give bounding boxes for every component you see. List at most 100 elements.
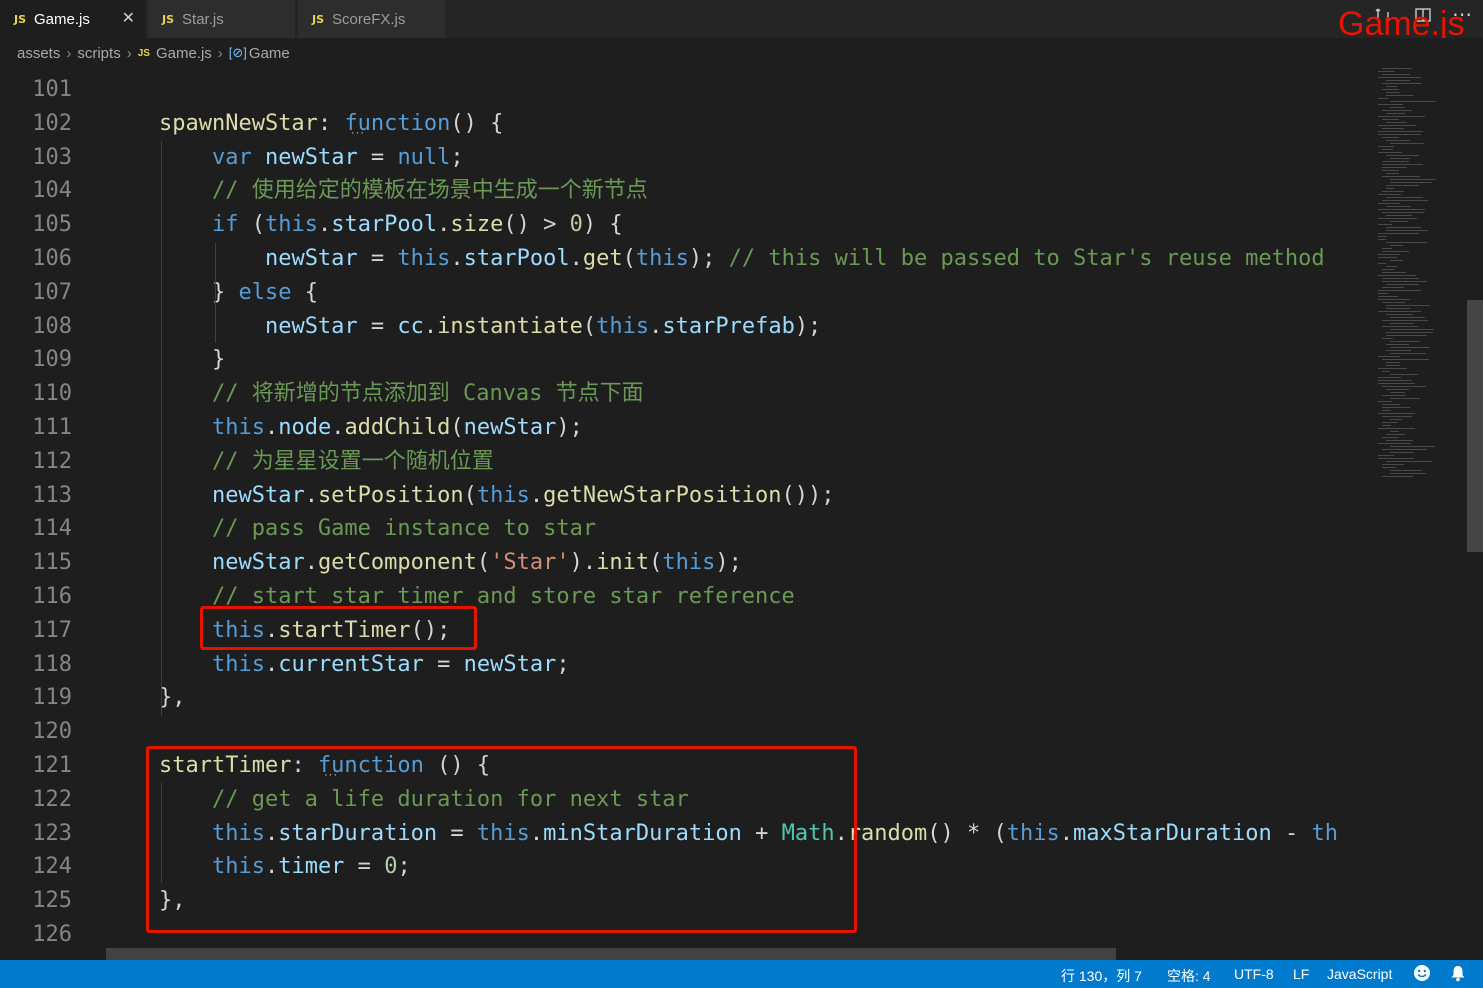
minimap-line xyxy=(1378,254,1400,255)
minimap-line xyxy=(1390,431,1399,432)
indent-guide xyxy=(215,243,216,343)
minimap-line xyxy=(1390,179,1436,180)
breadcrumb-item[interactable]: scripts xyxy=(77,45,120,62)
tab-game-js[interactable]: JS Game.js ✕ xyxy=(0,0,146,38)
minimap-line xyxy=(1382,137,1399,138)
minimap-line xyxy=(1386,206,1411,207)
js-file-icon: JS xyxy=(312,12,325,26)
minimap-line xyxy=(1386,215,1412,216)
line-number: 123 xyxy=(32,820,72,846)
tab-star-js[interactable]: JS Star.js xyxy=(148,0,296,38)
minimap-line xyxy=(1378,299,1410,300)
minimap-line xyxy=(1386,335,1427,336)
minimap-line xyxy=(1386,440,1413,441)
indentation-status[interactable]: 空格: 4 xyxy=(1167,966,1211,986)
line-number: 105 xyxy=(32,212,72,238)
minimap-line xyxy=(1378,77,1421,78)
feedback-smiley-icon[interactable] xyxy=(1413,964,1431,985)
minimap-line xyxy=(1378,311,1421,312)
minimap-line xyxy=(1382,416,1412,417)
minimap-line xyxy=(1382,449,1427,450)
breadcrumb-item[interactable]: assets xyxy=(17,45,60,62)
minimap-line xyxy=(1378,134,1421,135)
minimap-line xyxy=(1390,317,1425,318)
minimap-line xyxy=(1382,83,1421,84)
minimap-line xyxy=(1382,422,1398,423)
tab-scorefx-js[interactable]: JS ScoreFX.js xyxy=(298,0,446,38)
minimap-line xyxy=(1390,260,1403,261)
line-number: 104 xyxy=(32,178,72,204)
minimap-line xyxy=(1390,158,1410,159)
minimap-line xyxy=(1382,68,1412,69)
minimap-line xyxy=(1386,305,1430,306)
minimap-line xyxy=(1378,458,1414,459)
line-number: 109 xyxy=(32,347,72,373)
line-number-gutter: 101 102 103 104 105 106 107 108 109 110 … xyxy=(0,73,106,952)
line-number: 112 xyxy=(32,448,72,474)
breadcrumb-item[interactable]: Game xyxy=(249,45,290,62)
minimap-line xyxy=(1382,278,1419,279)
minimap-line xyxy=(1382,269,1394,270)
eol-status[interactable]: LF xyxy=(1293,966,1309,982)
breadcrumb-item[interactable]: Game.js xyxy=(156,45,212,62)
minimap-line xyxy=(1386,92,1400,93)
minimap-line xyxy=(1382,338,1393,339)
code-editor[interactable]: spawnNewStar: function() { var newStar =… xyxy=(106,73,1374,960)
minimap-line xyxy=(1382,176,1420,177)
cursor-position[interactable]: 行 130，列 7 xyxy=(1061,966,1142,986)
minimap-line xyxy=(1378,443,1411,444)
code-line-110: // 将新增的节点添加到 Canvas 节点下面 xyxy=(211,381,644,407)
encoding-status[interactable]: UTF-8 xyxy=(1234,966,1274,982)
minimap-line xyxy=(1386,113,1405,114)
minimap-line xyxy=(1382,149,1393,150)
code-line-115: newStar.getComponent('Star').init(this); xyxy=(211,550,742,576)
minimap-line xyxy=(1382,281,1427,282)
line-number: 102 xyxy=(32,110,72,136)
line-number: 113 xyxy=(32,482,72,508)
minimap-line xyxy=(1390,347,1429,348)
minimap-line xyxy=(1386,140,1410,141)
minimap-line xyxy=(1386,242,1427,243)
minimap-line xyxy=(1382,248,1392,249)
minimap-line xyxy=(1386,230,1428,231)
line-number: 103 xyxy=(32,144,72,170)
vertical-scrollbar-thumb[interactable] xyxy=(1467,300,1483,552)
minimap-line xyxy=(1378,356,1400,357)
horizontal-scrollbar[interactable] xyxy=(106,948,1116,960)
minimap-line xyxy=(1386,122,1407,123)
minimap-line xyxy=(1378,368,1407,369)
tab-label: ScoreFX.js xyxy=(332,10,406,28)
status-bar: 行 130，列 7 空格: 4 UTF-8 LF JavaScript xyxy=(0,960,1483,988)
minimap-line xyxy=(1386,365,1400,366)
minimap-line xyxy=(1390,392,1405,393)
close-icon[interactable]: ✕ xyxy=(122,8,135,28)
language-mode[interactable]: JavaScript xyxy=(1327,966,1392,982)
minimap-line xyxy=(1386,80,1410,81)
tab-label: Game.js xyxy=(34,10,90,28)
minimap-line xyxy=(1378,146,1394,147)
minimap-line xyxy=(1378,377,1401,378)
code-line-112: // 为星星设置一个随机位置 xyxy=(211,448,494,474)
line-number: 118 xyxy=(32,651,72,677)
minimap-line xyxy=(1378,296,1398,297)
code-line-103: var newStar = null; xyxy=(211,144,464,170)
minimap-line xyxy=(1386,95,1413,96)
minimap-line xyxy=(1386,344,1409,345)
line-number: 107 xyxy=(32,279,72,305)
js-file-icon: JS xyxy=(14,12,27,26)
minimap-line xyxy=(1382,371,1390,372)
minimap-line xyxy=(1382,437,1399,438)
bell-icon[interactable] xyxy=(1450,964,1466,985)
minimap-line xyxy=(1378,209,1425,210)
minimap-line xyxy=(1378,104,1403,105)
minimap-line xyxy=(1390,446,1435,447)
breadcrumb: assets › scripts › JS Game.js › [⊘] Game xyxy=(0,38,1483,68)
minimap-line xyxy=(1390,341,1420,342)
minimap-line xyxy=(1390,452,1414,453)
minimap-line xyxy=(1386,266,1397,267)
line-number: 116 xyxy=(32,583,72,609)
line-number: 120 xyxy=(32,719,72,745)
minimap-line xyxy=(1390,101,1436,102)
minimap-line xyxy=(1386,188,1394,189)
minimap-line xyxy=(1386,332,1433,333)
